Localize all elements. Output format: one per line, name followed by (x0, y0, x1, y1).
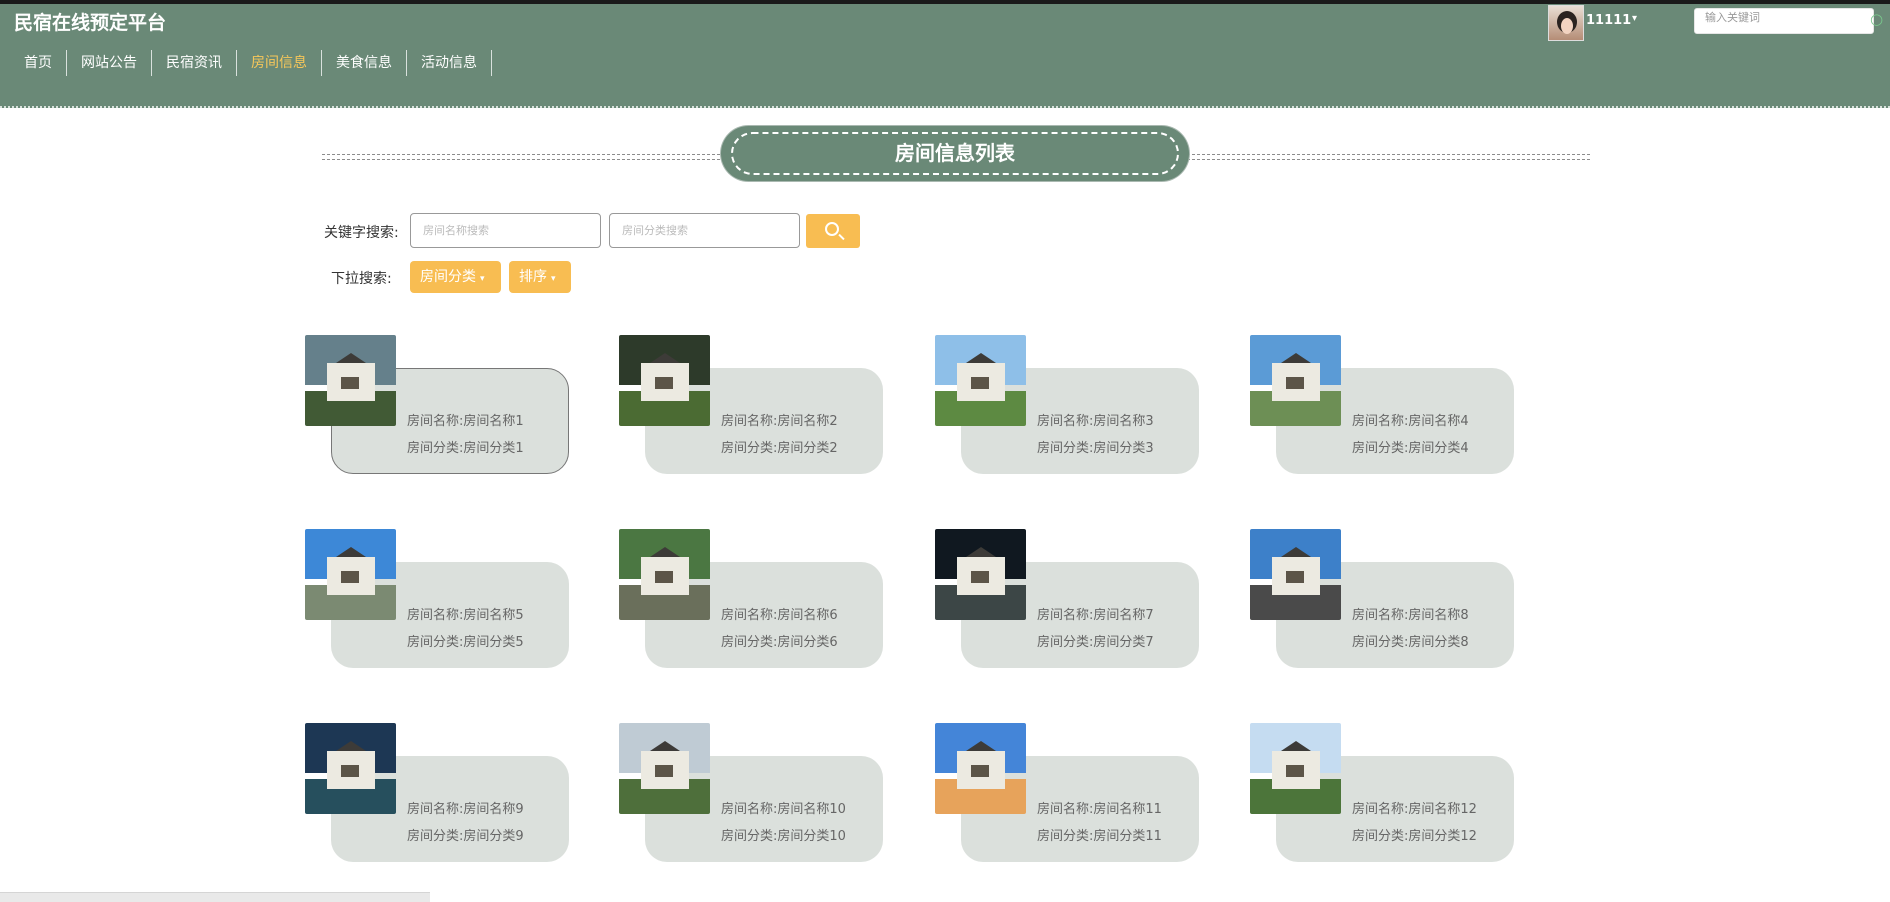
room-card[interactable]: 房间名称:房间名称8 房间分类:房间分类8 (1250, 529, 1514, 669)
room-photo[interactable] (305, 723, 396, 814)
room-name: 房间名称:房间名称4 (1352, 414, 1469, 429)
room-photo[interactable] (619, 529, 710, 620)
room-name: 房间名称:房间名称3 (1037, 414, 1154, 429)
room-card[interactable]: 房间名称:房间名称10 房间分类:房间分类10 (619, 723, 883, 863)
room-category: 房间分类:房间分类11 (1037, 829, 1162, 844)
room-name: 房间名称:房间名称8 (1352, 608, 1469, 623)
user-menu-caret-icon[interactable]: ▾ (1632, 13, 1637, 24)
room-category-dropdown[interactable]: 房间分类 ▾ (410, 261, 501, 293)
room-photo[interactable] (935, 723, 1026, 814)
room-card[interactable]: 房间名称:房间名称12 房间分类:房间分类12 (1250, 723, 1514, 863)
nav-item-announcements[interactable]: 网站公告 (67, 50, 152, 76)
room-card[interactable]: 房间名称:房间名称6 房间分类:房间分类6 (619, 529, 883, 669)
room-category: 房间分类:房间分类3 (1037, 441, 1154, 456)
main-navigation: 首页 网站公告 民宿资讯 房间信息 美食信息 活动信息 (10, 50, 492, 76)
nav-item-room-info[interactable]: 房间信息 (237, 50, 322, 76)
room-card[interactable]: 房间名称:房间名称2 房间分类:房间分类2 (619, 335, 883, 475)
sort-dropdown[interactable]: 排序 ▾ (509, 261, 571, 293)
room-photo[interactable] (305, 335, 396, 426)
global-search-icon[interactable]: ○ (1870, 10, 1890, 34)
room-category: 房间分类:房间分类5 (407, 635, 524, 650)
sort-dropdown-label: 排序 (519, 269, 547, 285)
room-card[interactable]: 房间名称:房间名称1 房间分类:房间分类1 (305, 335, 569, 475)
room-photo[interactable] (1250, 335, 1341, 426)
room-name: 房间名称:房间名称10 (721, 802, 846, 817)
room-card[interactable]: 房间名称:房间名称9 房间分类:房间分类9 (305, 723, 569, 863)
room-category: 房间分类:房间分类9 (407, 829, 524, 844)
room-card[interactable]: 房间名称:房间名称11 房间分类:房间分类11 (935, 723, 1199, 863)
search-icon (825, 222, 839, 236)
room-name: 房间名称:房间名称5 (407, 608, 524, 623)
room-name: 房间名称:房间名称1 (407, 414, 524, 429)
room-photo[interactable] (1250, 529, 1341, 620)
room-category: 房间分类:房间分类4 (1352, 441, 1469, 456)
chevron-down-icon: ▾ (551, 274, 556, 284)
room-category: 房间分类:房间分类10 (721, 829, 846, 844)
room-card[interactable]: 房间名称:房间名称4 房间分类:房间分类4 (1250, 335, 1514, 475)
room-name: 房间名称:房间名称6 (721, 608, 838, 623)
username[interactable]: 11111 (1586, 13, 1631, 28)
room-card[interactable]: 房间名称:房间名称5 房间分类:房间分类5 (305, 529, 569, 669)
room-photo[interactable] (619, 723, 710, 814)
chevron-down-icon: ▾ (480, 274, 485, 284)
room-photo[interactable] (305, 529, 396, 620)
site-title[interactable]: 民宿在线预定平台 (14, 8, 166, 35)
global-search-input[interactable]: 输入关键词 (1694, 8, 1874, 34)
room-name: 房间名称:房间名称2 (721, 414, 838, 429)
nav-item-activity-info[interactable]: 活动信息 (407, 50, 492, 76)
room-card[interactable]: 房间名称:房间名称3 房间分类:房间分类3 (935, 335, 1199, 475)
room-category: 房间分类:房间分类8 (1352, 635, 1469, 650)
nav-item-home[interactable]: 首页 (10, 50, 67, 76)
page-title: 房间信息列表 (895, 141, 1015, 165)
room-category-dropdown-label: 房间分类 (420, 269, 476, 285)
nav-item-food-info[interactable]: 美食信息 (322, 50, 407, 76)
room-category: 房间分类:房间分类1 (407, 441, 524, 456)
room-name-search-input[interactable]: 房间名称搜索 (410, 213, 601, 248)
nav-item-homestay-news[interactable]: 民宿资讯 (152, 50, 237, 76)
search-button[interactable] (806, 214, 860, 248)
dropdown-search-label: 下拉搜索: (331, 271, 392, 287)
room-category: 房间分类:房间分类7 (1037, 635, 1154, 650)
room-name: 房间名称:房间名称7 (1037, 608, 1154, 623)
room-name: 房间名称:房间名称11 (1037, 802, 1162, 817)
room-name: 房间名称:房间名称12 (1352, 802, 1477, 817)
room-card[interactable]: 房间名称:房间名称7 房间分类:房间分类7 (935, 529, 1199, 669)
keyword-search-label: 关键字搜索: (324, 225, 399, 241)
user-avatar[interactable] (1548, 5, 1584, 41)
room-photo[interactable] (1250, 723, 1341, 814)
room-category: 房间分类:房间分类12 (1352, 829, 1477, 844)
room-category-search-input[interactable]: 房间分类搜索 (609, 213, 800, 248)
room-category: 房间分类:房间分类2 (721, 441, 838, 456)
room-category: 房间分类:房间分类6 (721, 635, 838, 650)
room-name: 房间名称:房间名称9 (407, 802, 524, 817)
room-photo[interactable] (935, 335, 1026, 426)
status-bar (0, 892, 430, 902)
room-photo[interactable] (935, 529, 1026, 620)
room-photo[interactable] (619, 335, 710, 426)
